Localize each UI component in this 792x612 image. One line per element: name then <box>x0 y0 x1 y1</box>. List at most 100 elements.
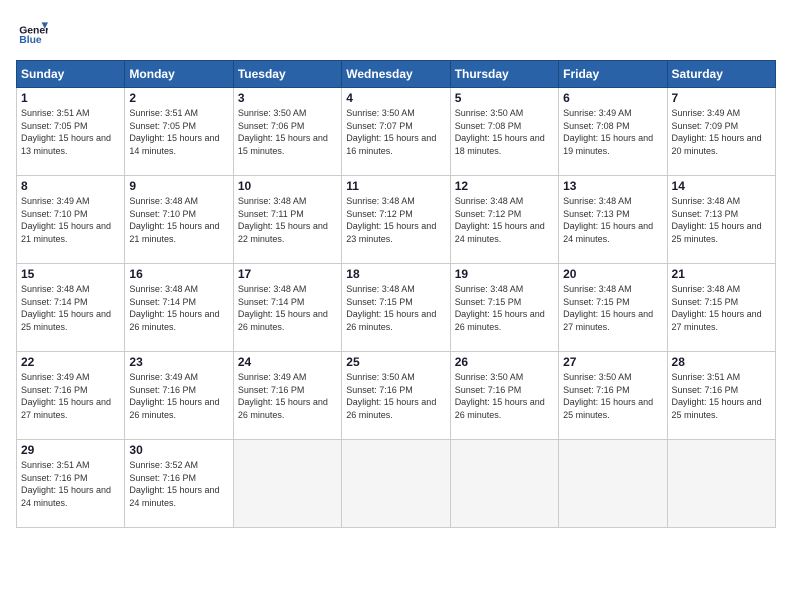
calendar-week-row: 29 Sunrise: 3:51 AM Sunset: 7:16 PM Dayli… <box>17 440 776 528</box>
day-info: Sunrise: 3:50 AM Sunset: 7:16 PM Dayligh… <box>346 371 445 421</box>
day-info: Sunrise: 3:48 AM Sunset: 7:14 PM Dayligh… <box>129 283 228 333</box>
day-number: 16 <box>129 267 228 281</box>
day-number: 7 <box>672 91 771 105</box>
calendar-day-cell: 9 Sunrise: 3:48 AM Sunset: 7:10 PM Daylig… <box>125 176 233 264</box>
day-info: Sunrise: 3:48 AM Sunset: 7:12 PM Dayligh… <box>346 195 445 245</box>
day-info: Sunrise: 3:48 AM Sunset: 7:15 PM Dayligh… <box>563 283 662 333</box>
calendar-day-cell: 10 Sunrise: 3:48 AM Sunset: 7:11 PM Dayli… <box>233 176 341 264</box>
day-number: 6 <box>563 91 662 105</box>
day-number: 17 <box>238 267 337 281</box>
calendar-day-cell: 23 Sunrise: 3:49 AM Sunset: 7:16 PM Dayli… <box>125 352 233 440</box>
day-number: 26 <box>455 355 554 369</box>
page-header: General Blue <box>16 16 776 48</box>
calendar-day-cell <box>450 440 558 528</box>
calendar-day-cell <box>233 440 341 528</box>
calendar-day-cell: 11 Sunrise: 3:48 AM Sunset: 7:12 PM Dayli… <box>342 176 450 264</box>
day-info: Sunrise: 3:49 AM Sunset: 7:16 PM Dayligh… <box>21 371 120 421</box>
calendar-week-row: 8Sunrise: 3:49 AM Sunset: 7:10 PM Daylig… <box>17 176 776 264</box>
calendar-week-row: 22 Sunrise: 3:49 AM Sunset: 7:16 PM Dayli… <box>17 352 776 440</box>
calendar-header: SundayMondayTuesdayWednesdayThursdayFrid… <box>17 61 776 88</box>
day-number: 18 <box>346 267 445 281</box>
calendar-day-cell: 20 Sunrise: 3:48 AM Sunset: 7:15 PM Dayli… <box>559 264 667 352</box>
day-info: Sunrise: 3:48 AM Sunset: 7:15 PM Dayligh… <box>672 283 771 333</box>
calendar-day-cell: 15 Sunrise: 3:48 AM Sunset: 7:14 PM Dayli… <box>17 264 125 352</box>
day-of-week-header: Sunday <box>17 61 125 88</box>
day-info: Sunrise: 3:49 AM Sunset: 7:08 PM Dayligh… <box>563 107 662 157</box>
day-number: 10 <box>238 179 337 193</box>
calendar-week-row: 1 Sunrise: 3:51 AM Sunset: 7:05 PM Daylig… <box>17 88 776 176</box>
day-number: 4 <box>346 91 445 105</box>
day-info: Sunrise: 3:49 AM Sunset: 7:09 PM Dayligh… <box>672 107 771 157</box>
calendar-day-cell: 18Sunrise: 3:48 AM Sunset: 7:15 PM Dayli… <box>342 264 450 352</box>
day-number: 20 <box>563 267 662 281</box>
calendar-day-cell: 26 Sunrise: 3:50 AM Sunset: 7:16 PM Dayli… <box>450 352 558 440</box>
day-info: Sunrise: 3:52 AM Sunset: 7:16 PM Dayligh… <box>129 459 228 509</box>
day-info: Sunrise: 3:51 AM Sunset: 7:16 PM Dayligh… <box>21 459 120 509</box>
calendar-day-cell: 8Sunrise: 3:49 AM Sunset: 7:10 PM Daylig… <box>17 176 125 264</box>
day-number: 3 <box>238 91 337 105</box>
day-info: Sunrise: 3:49 AM Sunset: 7:16 PM Dayligh… <box>129 371 228 421</box>
calendar-day-cell: 1 Sunrise: 3:51 AM Sunset: 7:05 PM Daylig… <box>17 88 125 176</box>
calendar-day-cell <box>667 440 775 528</box>
calendar-day-cell: 5Sunrise: 3:50 AM Sunset: 7:08 PM Daylig… <box>450 88 558 176</box>
day-of-week-header: Friday <box>559 61 667 88</box>
calendar-day-cell: 30 Sunrise: 3:52 AM Sunset: 7:16 PM Dayli… <box>125 440 233 528</box>
day-info: Sunrise: 3:48 AM Sunset: 7:13 PM Dayligh… <box>563 195 662 245</box>
day-of-week-header: Tuesday <box>233 61 341 88</box>
calendar-day-cell: 28 Sunrise: 3:51 AM Sunset: 7:16 PM Dayli… <box>667 352 775 440</box>
day-info: Sunrise: 3:50 AM Sunset: 7:07 PM Dayligh… <box>346 107 445 157</box>
day-number: 9 <box>129 179 228 193</box>
day-info: Sunrise: 3:48 AM Sunset: 7:14 PM Dayligh… <box>21 283 120 333</box>
day-number: 19 <box>455 267 554 281</box>
day-info: Sunrise: 3:48 AM Sunset: 7:11 PM Dayligh… <box>238 195 337 245</box>
day-number: 27 <box>563 355 662 369</box>
calendar-week-row: 15 Sunrise: 3:48 AM Sunset: 7:14 PM Dayli… <box>17 264 776 352</box>
calendar-day-cell: 19 Sunrise: 3:48 AM Sunset: 7:15 PM Dayli… <box>450 264 558 352</box>
day-number: 30 <box>129 443 228 457</box>
calendar-day-cell: 22 Sunrise: 3:49 AM Sunset: 7:16 PM Dayli… <box>17 352 125 440</box>
day-number: 22 <box>21 355 120 369</box>
calendar-day-cell: 7 Sunrise: 3:49 AM Sunset: 7:09 PM Daylig… <box>667 88 775 176</box>
day-number: 11 <box>346 179 445 193</box>
calendar-day-cell <box>342 440 450 528</box>
day-info: Sunrise: 3:51 AM Sunset: 7:05 PM Dayligh… <box>21 107 120 157</box>
day-info: Sunrise: 3:50 AM Sunset: 7:16 PM Dayligh… <box>455 371 554 421</box>
day-number: 15 <box>21 267 120 281</box>
calendar-day-cell: 21Sunrise: 3:48 AM Sunset: 7:15 PM Dayli… <box>667 264 775 352</box>
calendar-day-cell: 6 Sunrise: 3:49 AM Sunset: 7:08 PM Daylig… <box>559 88 667 176</box>
calendar-table: SundayMondayTuesdayWednesdayThursdayFrid… <box>16 60 776 528</box>
calendar-body: 1 Sunrise: 3:51 AM Sunset: 7:05 PM Daylig… <box>17 88 776 528</box>
day-of-week-header: Saturday <box>667 61 775 88</box>
calendar-day-cell: 12 Sunrise: 3:48 AM Sunset: 7:12 PM Dayli… <box>450 176 558 264</box>
calendar-day-cell: 24 Sunrise: 3:49 AM Sunset: 7:16 PM Dayli… <box>233 352 341 440</box>
day-of-week-header: Wednesday <box>342 61 450 88</box>
day-number: 1 <box>21 91 120 105</box>
calendar-day-cell: 25 Sunrise: 3:50 AM Sunset: 7:16 PM Dayli… <box>342 352 450 440</box>
calendar-day-cell: 3 Sunrise: 3:50 AM Sunset: 7:06 PM Daylig… <box>233 88 341 176</box>
calendar-day-cell: 17 Sunrise: 3:48 AM Sunset: 7:14 PM Dayli… <box>233 264 341 352</box>
day-info: Sunrise: 3:48 AM Sunset: 7:15 PM Dayligh… <box>455 283 554 333</box>
day-number: 14 <box>672 179 771 193</box>
day-number: 29 <box>21 443 120 457</box>
day-of-week-header: Monday <box>125 61 233 88</box>
day-info: Sunrise: 3:48 AM Sunset: 7:10 PM Dayligh… <box>129 195 228 245</box>
day-of-week-header: Thursday <box>450 61 558 88</box>
calendar-day-cell: 14Sunrise: 3:48 AM Sunset: 7:13 PM Dayli… <box>667 176 775 264</box>
day-number: 2 <box>129 91 228 105</box>
day-info: Sunrise: 3:50 AM Sunset: 7:06 PM Dayligh… <box>238 107 337 157</box>
day-number: 24 <box>238 355 337 369</box>
day-info: Sunrise: 3:48 AM Sunset: 7:12 PM Dayligh… <box>455 195 554 245</box>
calendar-day-cell <box>559 440 667 528</box>
calendar-day-cell: 16 Sunrise: 3:48 AM Sunset: 7:14 PM Dayli… <box>125 264 233 352</box>
calendar-day-cell: 2Sunrise: 3:51 AM Sunset: 7:05 PM Daylig… <box>125 88 233 176</box>
day-number: 28 <box>672 355 771 369</box>
calendar-day-cell: 29 Sunrise: 3:51 AM Sunset: 7:16 PM Dayli… <box>17 440 125 528</box>
logo-icon: General Blue <box>16 16 48 48</box>
day-info: Sunrise: 3:48 AM Sunset: 7:14 PM Dayligh… <box>238 283 337 333</box>
day-number: 23 <box>129 355 228 369</box>
day-number: 25 <box>346 355 445 369</box>
day-info: Sunrise: 3:50 AM Sunset: 7:16 PM Dayligh… <box>563 371 662 421</box>
day-number: 12 <box>455 179 554 193</box>
day-info: Sunrise: 3:49 AM Sunset: 7:16 PM Dayligh… <box>238 371 337 421</box>
day-info: Sunrise: 3:51 AM Sunset: 7:16 PM Dayligh… <box>672 371 771 421</box>
